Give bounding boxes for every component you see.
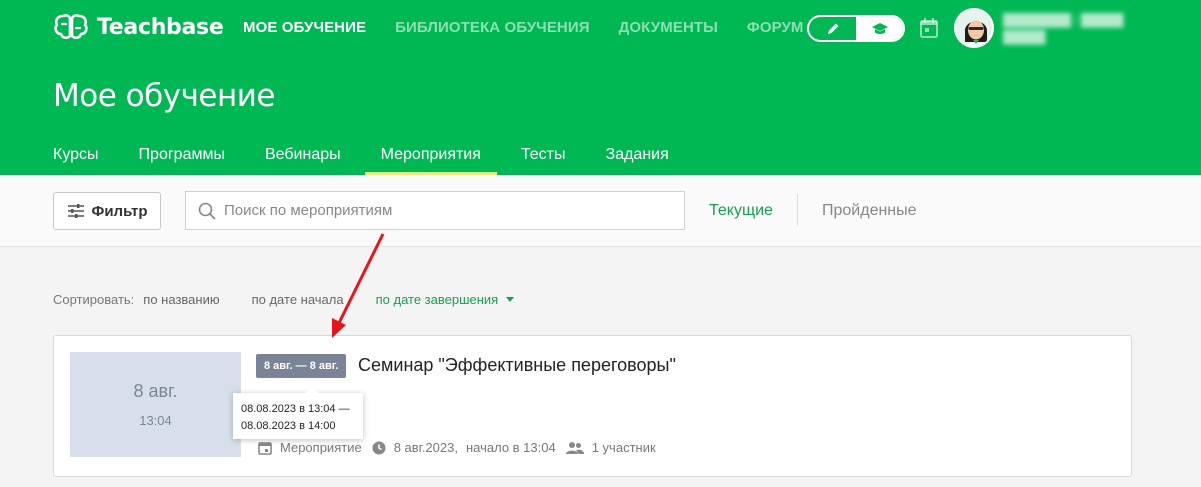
avatar-icon [956,10,992,46]
learner-mode-button[interactable] [856,17,903,40]
event-type: Мероприятие [280,440,362,455]
tooltip-start: 08.08.2023 в 13:04 — [241,403,350,415]
filter-button[interactable]: Фильтр [53,192,161,230]
page-title: Мое обучение [53,78,275,114]
participants-icon [565,442,584,454]
search-box[interactable] [185,191,685,230]
filter-label: Фильтр [91,202,148,220]
segment-divider [797,194,798,226]
caret-down-icon [506,297,515,302]
sort-by-end-date[interactable]: по дате завершения [376,292,515,307]
segment-completed[interactable]: Пройденные [822,202,917,220]
search-input[interactable] [224,202,664,219]
sort-label: Сортировать: [53,292,135,307]
user-name-blurred[interactable]: ████████ / █████ █████ [1003,12,1163,46]
top-header: Teachbase МОЕ ОБУЧЕНИЕ БИБЛИОТЕКА ОБУЧЕН… [0,0,1201,175]
tab-tests[interactable]: Тесты [521,146,566,175]
main-nav: МОЕ ОБУЧЕНИЕ БИБЛИОТЕКА ОБУЧЕНИЯ ДОКУМЕН… [243,19,833,36]
event-meta: Мероприятие 8 авг.2023, начало в 13:04 1… [258,440,666,455]
mode-toggle[interactable] [807,15,905,42]
event-start: начало в 13:04 [465,440,556,455]
user-avatar[interactable] [954,8,994,48]
event-participants: 1 участник [591,440,656,455]
filter-toolbar: Фильтр Текущие Пройденные [0,175,1201,247]
tab-webinars[interactable]: Вебинары [265,146,341,175]
graduation-cap-icon [871,22,888,34]
event-type-icon [258,441,272,455]
nav-documents[interactable]: ДОКУМЕНТЫ [619,19,718,36]
sliders-icon [67,204,84,218]
nav-my-learning[interactable]: МОЕ ОБУЧЕНИЕ [243,19,366,36]
calendar-icon[interactable] [919,17,939,39]
search-icon [198,202,216,220]
nav-forum[interactable]: ФОРУМ [747,19,804,36]
content-tabs: Курсы Программы Вебинары Мероприятия Тес… [53,146,709,175]
tooltip-end: 08.08.2023 в 14:00 [241,420,336,432]
event-date: 8 авг.2023, [393,440,458,455]
thumb-time: 13:04 [139,413,172,428]
event-title[interactable]: Семинар "Эффективные переговоры" [358,355,676,376]
brand-name: Teachbase [97,14,224,40]
author-mode-button[interactable] [809,17,856,40]
tab-courses[interactable]: Курсы [53,146,99,175]
sort-bar: Сортировать: по названию по дате начала … [53,292,537,307]
date-range-badge[interactable]: 8 авг. — 8 авг. [256,354,347,378]
brand-logo[interactable]: Teachbase [53,12,224,42]
nav-library[interactable]: БИБЛИОТЕКА ОБУЧЕНИЯ [395,19,590,36]
sort-by-end-date-label: по дате завершения [375,292,499,307]
clock-icon [372,441,386,454]
brain-icon [54,14,88,40]
sort-by-name[interactable]: по названию [143,292,219,307]
event-thumbnail[interactable]: 8 авг. 13:04 [70,352,241,457]
pencil-icon [827,23,838,34]
sort-by-start-date[interactable]: по дате начала [252,292,344,307]
segment-current[interactable]: Текущие [709,202,773,220]
date-tooltip: 08.08.2023 в 13:04 — 08.08.2023 в 14:00 [233,387,363,439]
event-card[interactable]: 8 авг. 13:04 8 авг. — 8 авг. Семинар "Эф… [53,335,1132,477]
thumb-date: 8 авг. [133,381,178,401]
tab-assignments[interactable]: Задания [606,146,669,175]
tab-events[interactable]: Мероприятия [364,146,498,175]
tab-programs[interactable]: Программы [139,146,225,175]
